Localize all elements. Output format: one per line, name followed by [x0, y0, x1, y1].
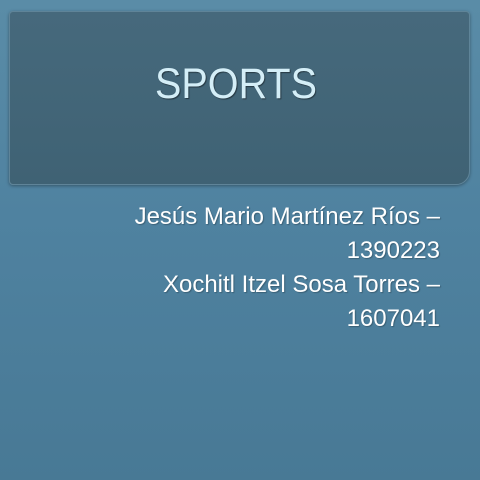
authors-block: Jesús Mario Martínez Ríos – 1390223 Xoch… — [20, 200, 440, 336]
slide: SPORTS Jesús Mario Martínez Ríos – 13902… — [0, 0, 480, 480]
author-id-2: 1607041 — [346, 305, 440, 332]
slide-title: SPORTS — [155, 60, 317, 108]
author-id-1: 1390223 — [346, 237, 440, 264]
author-name-1: Jesús Mario Martínez Ríos – — [134, 203, 440, 230]
author-name-2: Xochitl Itzel Sosa Torres – — [162, 271, 440, 298]
